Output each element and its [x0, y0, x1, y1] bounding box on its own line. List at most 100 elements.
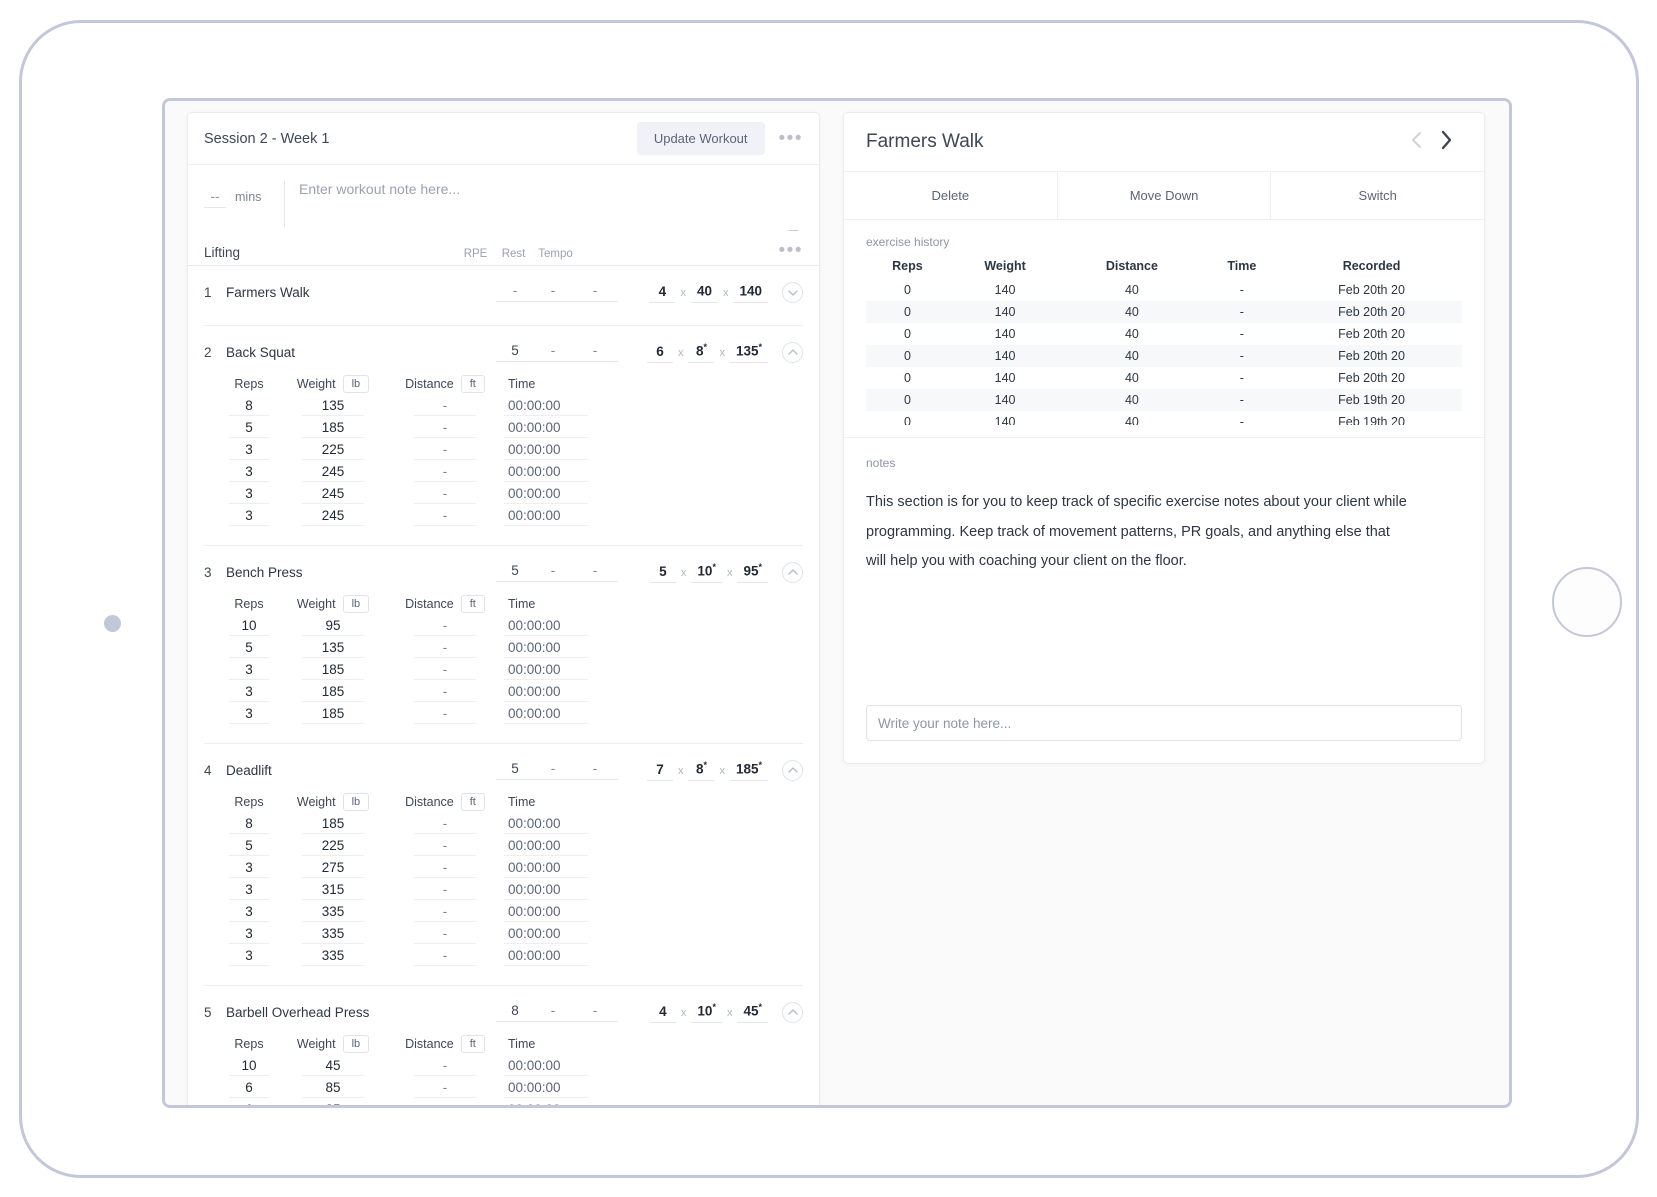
- set-distance-field[interactable]: -: [414, 683, 476, 702]
- set-distance-field[interactable]: -: [414, 463, 476, 482]
- update-workout-button-top[interactable]: Update Workout: [636, 122, 765, 155]
- set-weight-field[interactable]: 225: [302, 837, 364, 856]
- exercise-name[interactable]: Bench Press: [226, 565, 496, 580]
- set-time-field[interactable]: 00:00:00: [504, 485, 588, 504]
- exercise-name[interactable]: Back Squat: [226, 345, 496, 360]
- exercise-rest-field[interactable]: -: [534, 283, 572, 302]
- set-weight-field[interactable]: 185: [302, 815, 364, 834]
- summary-weight[interactable]: 135*: [729, 342, 768, 363]
- set-time-field[interactable]: 00:00:00: [504, 397, 588, 416]
- set-time-field[interactable]: 00:00:00: [504, 947, 588, 966]
- set-time-field[interactable]: 00:00:00: [504, 903, 588, 922]
- set-distance-field[interactable]: -: [414, 661, 476, 680]
- weight-unit-chip[interactable]: lb: [342, 595, 370, 613]
- set-weight-field[interactable]: 335: [302, 925, 364, 944]
- exercise-rest-field[interactable]: -: [534, 1003, 572, 1022]
- set-distance-field[interactable]: -: [414, 617, 476, 636]
- exercise-tempo-field[interactable]: -: [572, 1003, 618, 1022]
- exercise-rpe-field[interactable]: 5: [496, 343, 534, 362]
- set-reps-field[interactable]: 3: [229, 441, 269, 460]
- summary-sets[interactable]: 4: [649, 1004, 676, 1023]
- move-down-button[interactable]: Move Down: [1057, 172, 1272, 219]
- set-weight-field[interactable]: 185: [302, 683, 364, 702]
- summary-reps[interactable]: 10*: [691, 1002, 722, 1023]
- distance-unit-chip[interactable]: ft: [460, 595, 485, 613]
- chevron-up-icon[interactable]: [782, 342, 803, 363]
- set-distance-field[interactable]: -: [414, 881, 476, 900]
- set-distance-field[interactable]: -: [414, 947, 476, 966]
- set-time-field[interactable]: 00:00:00: [504, 1101, 588, 1105]
- set-reps-field[interactable]: 3: [229, 683, 269, 702]
- set-time-field[interactable]: 00:00:00: [504, 1057, 588, 1076]
- summary-sets[interactable]: 4: [649, 284, 676, 303]
- set-reps-field[interactable]: 3: [229, 925, 269, 944]
- weight-unit-chip[interactable]: lb: [342, 793, 370, 811]
- chevron-up-icon[interactable]: [782, 562, 803, 583]
- set-time-field[interactable]: 00:00:00: [504, 419, 588, 438]
- set-time-field[interactable]: 00:00:00: [504, 837, 588, 856]
- exercise-rpe-field[interactable]: 5: [496, 563, 534, 582]
- exercise-name[interactable]: Farmers Walk: [226, 285, 496, 300]
- set-distance-field[interactable]: -: [414, 485, 476, 504]
- set-distance-field[interactable]: -: [414, 837, 476, 856]
- set-distance-field[interactable]: -: [414, 859, 476, 878]
- set-distance-field[interactable]: -: [414, 397, 476, 416]
- set-reps-field[interactable]: 3: [229, 661, 269, 680]
- summary-reps[interactable]: 40: [690, 282, 718, 303]
- distance-unit-chip[interactable]: ft: [460, 793, 485, 811]
- exercise-rest-field[interactable]: -: [534, 563, 572, 582]
- distance-unit-chip[interactable]: ft: [460, 1035, 485, 1053]
- exercise-name[interactable]: Barbell Overhead Press: [226, 1005, 496, 1020]
- set-time-field[interactable]: 00:00:00: [504, 881, 588, 900]
- set-reps-field[interactable]: 3: [229, 903, 269, 922]
- set-reps-field[interactable]: 10: [229, 617, 269, 636]
- summary-sets[interactable]: 5: [649, 564, 676, 583]
- exercise-row[interactable]: 4 Deadlift 5- -7 x 8* x 185*: [188, 744, 819, 789]
- exercise-tempo-field[interactable]: -: [572, 761, 618, 780]
- set-time-field[interactable]: 00:00:00: [504, 507, 588, 526]
- summary-reps[interactable]: 8*: [688, 342, 715, 363]
- set-time-field[interactable]: 00:00:00: [504, 815, 588, 834]
- set-reps-field[interactable]: 3: [229, 705, 269, 724]
- set-reps-field[interactable]: 5: [229, 639, 269, 658]
- summary-weight[interactable]: 95*: [737, 562, 768, 583]
- set-weight-field[interactable]: 85: [302, 1101, 364, 1105]
- set-weight-field[interactable]: 135: [302, 639, 364, 658]
- exercise-tempo-field[interactable]: -: [572, 563, 618, 582]
- set-distance-field[interactable]: -: [414, 1101, 476, 1105]
- set-reps-field[interactable]: 5: [229, 837, 269, 856]
- chevron-up-icon[interactable]: [782, 760, 803, 781]
- workout-overflow-menu-icon[interactable]: •••: [779, 129, 803, 148]
- set-reps-field[interactable]: 6: [229, 1101, 269, 1105]
- set-time-field[interactable]: 00:00:00: [504, 925, 588, 944]
- duration-value[interactable]: --: [204, 189, 226, 208]
- weight-unit-chip[interactable]: lb: [342, 1035, 370, 1053]
- set-weight-field[interactable]: 335: [302, 947, 364, 966]
- set-reps-field[interactable]: 10: [229, 1057, 269, 1076]
- exercise-rpe-field[interactable]: 8: [496, 1003, 534, 1022]
- set-distance-field[interactable]: -: [414, 639, 476, 658]
- chevron-up-icon[interactable]: [782, 1002, 803, 1023]
- set-reps-field[interactable]: 3: [229, 859, 269, 878]
- set-reps-field[interactable]: 3: [229, 463, 269, 482]
- set-distance-field[interactable]: -: [414, 507, 476, 526]
- summary-weight[interactable]: 140: [733, 282, 768, 303]
- home-button[interactable]: [1552, 567, 1622, 637]
- set-weight-field[interactable]: 225: [302, 441, 364, 460]
- exercise-tempo-field[interactable]: -: [572, 283, 618, 302]
- duration-field[interactable]: -- mins: [204, 179, 280, 208]
- chevron-left-icon[interactable]: [1402, 126, 1431, 159]
- exercise-name[interactable]: Deadlift: [226, 763, 496, 778]
- set-weight-field[interactable]: 185: [302, 661, 364, 680]
- resize-grip-icon[interactable]: [788, 221, 808, 231]
- weight-unit-chip[interactable]: lb: [342, 375, 370, 393]
- chevron-right-icon[interactable]: [1431, 125, 1462, 160]
- set-time-field[interactable]: 00:00:00: [504, 639, 588, 658]
- set-time-field[interactable]: 00:00:00: [504, 617, 588, 636]
- set-weight-field[interactable]: 85: [302, 1079, 364, 1098]
- set-reps-field[interactable]: 6: [229, 1079, 269, 1098]
- set-distance-field[interactable]: -: [414, 1057, 476, 1076]
- summary-sets[interactable]: 7: [646, 762, 673, 781]
- summary-reps[interactable]: 8*: [688, 760, 715, 781]
- set-weight-field[interactable]: 335: [302, 903, 364, 922]
